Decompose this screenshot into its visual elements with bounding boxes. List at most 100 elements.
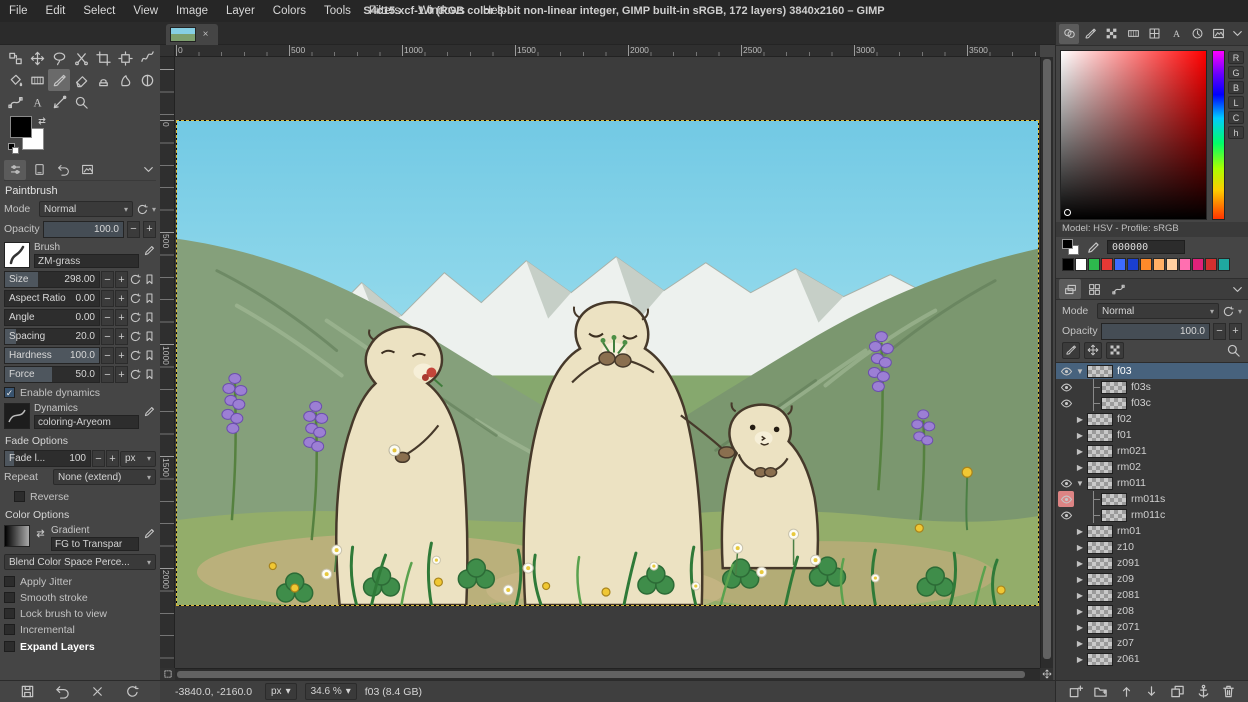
layer-opacity-increment[interactable]: +	[1229, 323, 1242, 340]
layer-opacity-decrement[interactable]: −	[1213, 323, 1226, 340]
tab-menu-button[interactable]	[1229, 281, 1245, 297]
fade-decrement-button[interactable]: −	[92, 450, 105, 467]
layer-visibility-toggle[interactable]	[1058, 539, 1074, 555]
layer-row-z10[interactable]: ▶ z10	[1056, 539, 1248, 555]
tool-free-select[interactable]	[48, 47, 70, 69]
decrement-button[interactable]: −	[101, 366, 114, 383]
gradient-name[interactable]: FG to Transpar	[51, 537, 139, 551]
tool-crop[interactable]	[92, 47, 114, 69]
layer-visibility-toggle[interactable]	[1058, 555, 1074, 571]
layers-dock-tab[interactable]	[1059, 279, 1081, 299]
lower-button[interactable]	[1141, 683, 1163, 701]
layer-row-rm011s[interactable]: rm011s	[1056, 491, 1248, 507]
layer-expander[interactable]: ▶	[1074, 527, 1086, 536]
gradient-selector[interactable]: Gradient FG to Transpar	[4, 525, 156, 551]
layer-visibility-toggle[interactable]	[1058, 507, 1074, 523]
palette-swatch-9[interactable]	[1179, 258, 1191, 271]
dynamics-link-button[interactable]	[143, 366, 156, 383]
colors-dock-tab[interactable]	[1059, 24, 1079, 44]
tool-bucket-fill[interactable]	[4, 69, 26, 91]
vertical-scrollbar-thumb[interactable]	[1043, 59, 1051, 659]
menu-image[interactable]: Image	[167, 0, 217, 22]
tool-paintbrush[interactable]	[48, 69, 70, 91]
eye-icon[interactable]	[1060, 509, 1073, 522]
images-dock-tab[interactable]	[76, 160, 98, 180]
palette-swatch-8[interactable]	[1166, 258, 1178, 271]
ruler-origin-box[interactable]	[160, 45, 175, 57]
tool-text[interactable]: A	[26, 91, 48, 113]
palette-swatch-3[interactable]	[1101, 258, 1113, 271]
increment-button[interactable]: +	[115, 328, 128, 345]
canvas-artwork[interactable]	[177, 121, 1038, 605]
dynamics-link-button[interactable]	[143, 290, 156, 307]
brushes-dock-tab[interactable]	[1080, 24, 1100, 44]
layer-row-f02[interactable]: ▶ f02	[1056, 411, 1248, 427]
layer-expander[interactable]: ▶	[1074, 463, 1086, 472]
palette-swatch-11[interactable]	[1205, 258, 1217, 271]
layer-row-z07[interactable]: ▶ z07	[1056, 635, 1248, 651]
reverse-toggle[interactable]: Reverse	[14, 489, 156, 504]
layer-visibility-toggle[interactable]	[1058, 427, 1074, 443]
vertical-scrollbar[interactable]	[1040, 57, 1053, 668]
eye-icon[interactable]	[1060, 365, 1073, 378]
layer-visibility-toggle[interactable]	[1058, 571, 1074, 587]
layer-visibility-toggle[interactable]	[1058, 523, 1074, 539]
menu-select[interactable]: Select	[74, 0, 124, 22]
decrement-button[interactable]: −	[101, 271, 114, 288]
opacity-decrement-button[interactable]: −	[127, 221, 140, 238]
tool-paths[interactable]	[4, 91, 26, 113]
swap-colors-button[interactable]	[36, 115, 50, 127]
menu-layer[interactable]: Layer	[217, 0, 264, 22]
layer-expander[interactable]: ▶	[1074, 623, 1086, 632]
reset-button[interactable]	[129, 366, 142, 383]
fade-increment-button[interactable]: +	[106, 450, 119, 467]
palette-swatch-2[interactable]	[1088, 258, 1100, 271]
channel-B-button[interactable]: B	[1228, 81, 1244, 94]
checkbox[interactable]	[4, 592, 15, 603]
tool-alignment[interactable]	[4, 47, 26, 69]
restore-tool-preset-button[interactable]	[54, 683, 72, 701]
dynamics-link-button[interactable]	[143, 328, 156, 345]
delete-tool-preset-button[interactable]	[89, 683, 107, 701]
layer-visibility-toggle[interactable]	[1058, 603, 1074, 619]
gradients-dock-tab[interactable]	[1123, 24, 1143, 44]
tool-zoom[interactable]	[70, 91, 92, 113]
saturation-value-square[interactable]	[1060, 50, 1207, 220]
layer-expander[interactable]: ▶	[1074, 415, 1086, 424]
edit-brush-button[interactable]	[143, 242, 156, 259]
horizontal-ruler[interactable]: 0500100015002000250030003500	[175, 45, 1040, 57]
layer-visibility-toggle[interactable]	[1058, 635, 1074, 651]
reset-button[interactable]	[129, 328, 142, 345]
layer-row-rm011c[interactable]: rm011c	[1056, 507, 1248, 523]
channel-C-button[interactable]: C	[1228, 111, 1244, 124]
edit-dynamics-button[interactable]	[143, 403, 156, 420]
palette-swatch-6[interactable]	[1140, 258, 1152, 271]
layer-visibility-toggle[interactable]	[1058, 619, 1074, 635]
delete-button[interactable]	[1218, 683, 1240, 701]
undo-history-dock-tab[interactable]	[52, 160, 74, 180]
layer-visibility-toggle[interactable]	[1058, 491, 1074, 507]
tool-move[interactable]	[26, 47, 48, 69]
edit-gradient-button[interactable]	[143, 525, 156, 542]
palette-swatch-12[interactable]	[1218, 258, 1230, 271]
layer-visibility-toggle[interactable]	[1058, 411, 1074, 427]
decrement-button[interactable]: −	[101, 309, 114, 326]
save-tool-preset-button[interactable]	[19, 683, 37, 701]
reset-button[interactable]	[129, 347, 142, 364]
layer-expander[interactable]: ▶	[1074, 447, 1086, 456]
horizontal-scrollbar-thumb[interactable]	[177, 671, 1025, 678]
palette-swatch-5[interactable]	[1127, 258, 1139, 271]
layer-row-rm011[interactable]: ▼ rm011	[1056, 475, 1248, 491]
brush-selector[interactable]: Brush ZM-grass	[4, 242, 156, 268]
reset-button[interactable]	[129, 309, 142, 326]
tool-eraser[interactable]	[70, 69, 92, 91]
layer-visibility-toggle[interactable]	[1058, 587, 1074, 603]
increment-button[interactable]: +	[115, 290, 128, 307]
tool-measure[interactable]	[48, 91, 70, 113]
device-status-dock-tab[interactable]	[28, 160, 50, 180]
toggle-apply-jitter[interactable]: Apply Jitter	[4, 574, 156, 589]
paint-mode-dropdown[interactable]: Normal▾	[39, 201, 133, 217]
increment-button[interactable]: +	[115, 271, 128, 288]
new-group-button[interactable]	[1090, 683, 1112, 701]
layer-mode-switch-icon[interactable]: ▾	[1238, 307, 1242, 316]
